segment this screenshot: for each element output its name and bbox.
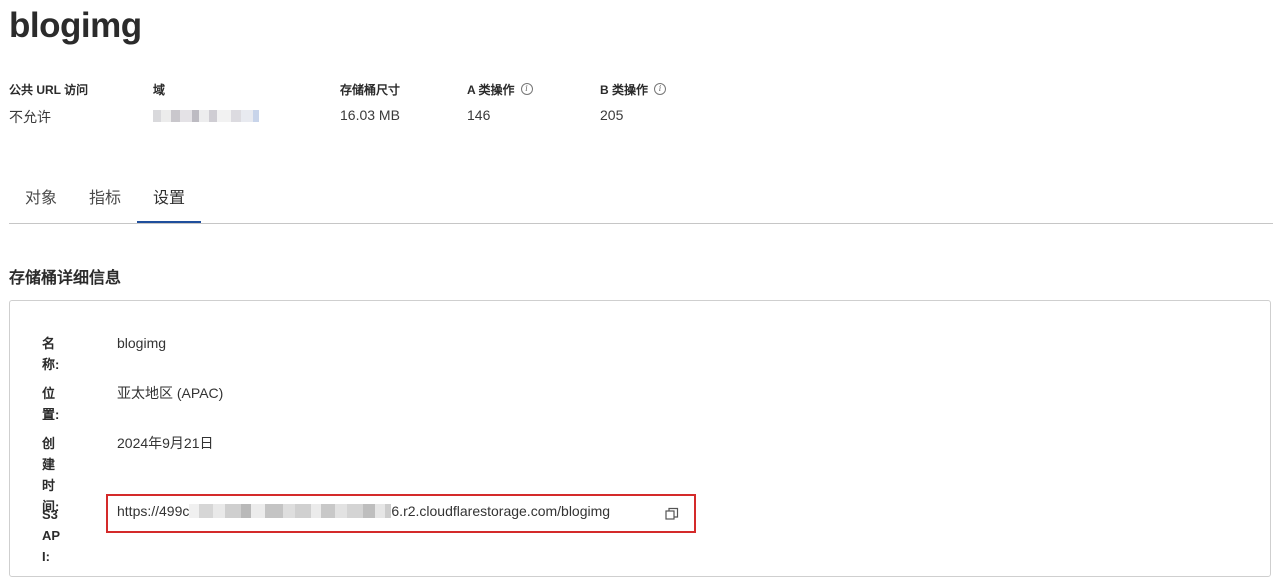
bucket-details-card: 名称: blogimg 位置: 亚太地区 (APAC) 创建时间: 2024年9… [9,300,1271,577]
stat-value: 16.03 MB [340,107,400,123]
domain-redacted-value [153,107,259,123]
detail-label: 名称: [42,336,60,372]
detail-label: S3 API: [42,507,61,564]
section-title: 存储桶详细信息 [9,270,122,287]
redacted-blur [153,110,259,123]
s3-url-prefix: https://499c [117,503,190,519]
stat-bucket-size: 存储桶尺寸 16.03 MB [340,80,401,124]
stat-label: 公共 URL 访问 [9,82,89,97]
stat-label: 域 [153,82,166,97]
copy-icon[interactable] [665,507,679,521]
tab-settings[interactable]: 设置 [137,176,202,223]
stat-class-a-ops: A 类操作 i 146 [467,80,533,123]
stat-public-url: 公共 URL 访问 不允许 [9,80,88,127]
stat-label: 存储桶尺寸 [340,82,401,97]
stat-domain: 域 [153,80,259,123]
detail-value: 亚太地区 (APAC) [117,385,224,401]
stat-label: B 类操作 [600,82,649,97]
stat-value: 不允许 [9,109,51,125]
tab-bar: 对象 指标 设置 [9,176,1273,224]
s3-url-suffix: 6.r2.cloudflarestorage.com/blogimg [391,503,611,519]
stat-value: 146 [467,107,491,123]
redacted-blur [189,504,392,518]
info-icon[interactable]: i [520,83,533,95]
stat-class-b-ops: B 类操作 i 205 [600,80,667,123]
tab-metrics[interactable]: 指标 [73,176,137,222]
info-icon[interactable]: i [654,83,667,95]
bucket-title: blogimg [9,6,142,45]
detail-value: 2024年9月21日 [117,435,214,451]
stat-value: 205 [600,107,624,123]
s3-api-highlight: https://499c 6.r2.cloudflarestorage.com/… [106,494,696,533]
s3-api-url[interactable]: https://499c 6.r2.cloudflarestorage.com/… [117,503,610,519]
detail-value: blogimg [117,335,167,351]
detail-label: 位置: [42,386,60,422]
tab-objects[interactable]: 对象 [9,176,73,222]
stat-label: A 类操作 [467,82,515,97]
